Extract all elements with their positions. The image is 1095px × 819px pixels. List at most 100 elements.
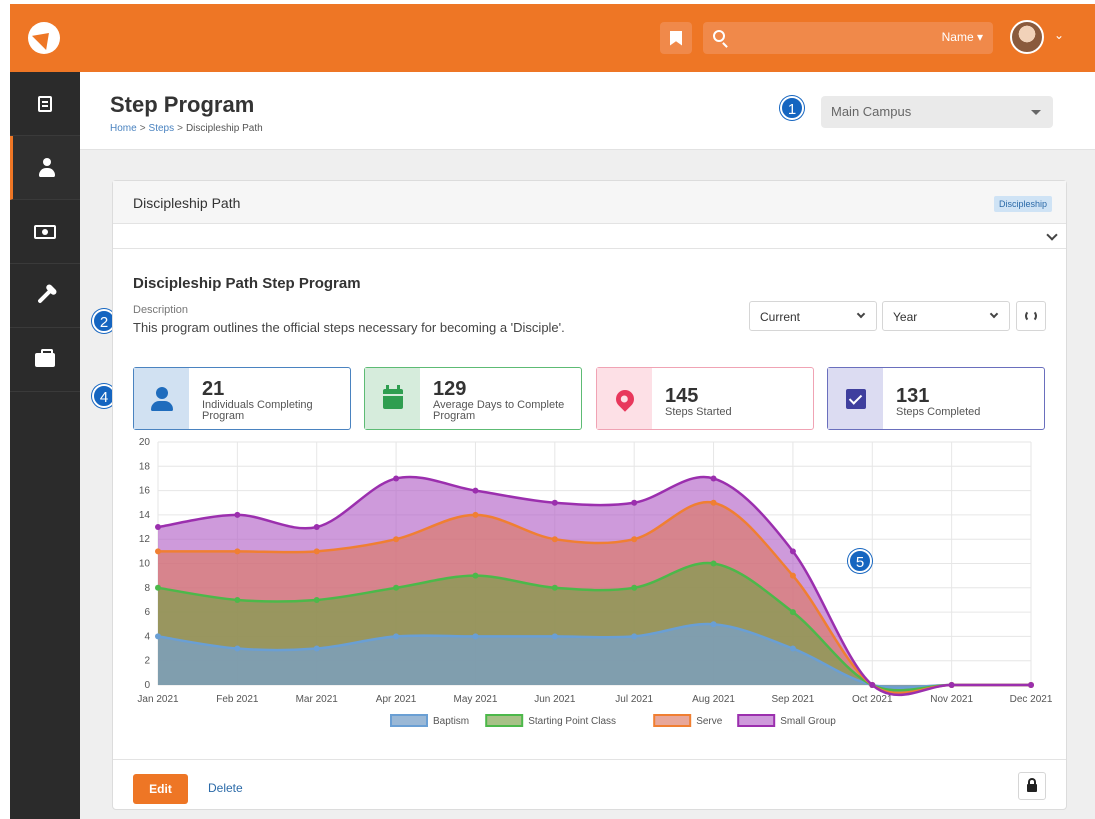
breadcrumb-home[interactable]: Home (110, 123, 137, 134)
description-label: Description (133, 304, 189, 316)
chevron-down-icon (856, 309, 866, 319)
callout-badge: 5 (848, 549, 872, 573)
x-tick-label: Aug 2021 (692, 694, 735, 705)
time-unit-select[interactable]: Current (749, 301, 877, 331)
notebook-icon (38, 95, 52, 112)
data-point (789, 572, 796, 579)
y-tick-label: 6 (144, 607, 150, 618)
steps-area-chart: 0 2 4 6 8 10 12 14 16 18 20 Jan 2021 Feb 2021 Mar 202… (113, 436, 1066, 736)
kpi-value: 145 (665, 385, 699, 407)
data-point (789, 548, 796, 555)
data-point (472, 511, 479, 518)
data-point (789, 645, 796, 652)
kpi-individuals-completing: 21 Individuals Completing Program (133, 367, 351, 430)
edit-button[interactable]: Edit (133, 774, 188, 804)
data-point (551, 584, 558, 591)
time-period-value: Year (893, 310, 918, 324)
breadcrumb-current: Discipleship Path (185, 123, 263, 134)
refresh-icon (1025, 310, 1037, 322)
data-point (551, 633, 558, 640)
data-point (869, 682, 876, 688)
data-point (1028, 682, 1034, 688)
lock-icon (1027, 778, 1037, 792)
category-tag: Discipleship (993, 196, 1052, 212)
security-button[interactable] (1018, 772, 1046, 800)
data-point (948, 682, 955, 688)
time-unit-value: Current (760, 310, 801, 324)
kpi-label: Individuals Completing Program (202, 399, 313, 422)
y-tick-label: 20 (139, 437, 151, 448)
x-tick-label: Mar 2021 (296, 694, 339, 705)
x-tick-label: Oct 2021 (852, 694, 893, 705)
data-point (393, 633, 400, 640)
panel-footer: Edit Delete (113, 759, 1066, 810)
caret-down-icon (1031, 110, 1041, 115)
kpi-steps-started: 145 Steps Started (596, 367, 814, 430)
search-bar: Name ▾ (703, 22, 993, 54)
refresh-button[interactable] (1016, 301, 1046, 331)
kpi-label: Steps Completed (896, 406, 981, 418)
x-tick-label: Jan 2021 (137, 694, 179, 705)
data-point (710, 475, 717, 482)
data-point (313, 596, 320, 603)
person-icon (37, 157, 57, 178)
data-point (551, 536, 558, 543)
calendar-icon (382, 384, 403, 409)
callout-badge: 1 (780, 96, 804, 120)
chevron-down-icon[interactable]: ⌄ (1054, 28, 1064, 42)
y-tick-label: 2 (144, 656, 150, 667)
sidenav-item-admin[interactable] (10, 328, 80, 392)
avatar[interactable] (1010, 20, 1044, 54)
kpi-icon-box (828, 368, 883, 429)
breadcrumb-separator: > (177, 123, 183, 134)
user-icon (150, 386, 173, 411)
x-tick-label: Jul 2021 (615, 694, 653, 705)
kpi-average-days: 129 Average Days to Complete Program (364, 367, 582, 430)
briefcase-icon (35, 348, 55, 367)
delete-link[interactable]: Delete (208, 781, 243, 795)
legend-label: Baptism (433, 716, 469, 727)
x-tick-label: Nov 2021 (930, 694, 973, 705)
y-tick-label: 18 (139, 461, 151, 472)
kpi-value: 21 (202, 378, 225, 400)
bookmark-icon (670, 30, 682, 46)
x-tick-label: May 2021 (453, 694, 497, 705)
bookmark-button[interactable] (660, 22, 692, 54)
y-tick-label: 14 (139, 510, 151, 521)
x-tick-label: Dec 2021 (1010, 694, 1053, 705)
data-point (631, 633, 638, 640)
breadcrumb-steps[interactable]: Steps (149, 123, 175, 134)
check-square-icon (845, 388, 866, 409)
page-title: Step Program (110, 92, 255, 117)
data-point (631, 499, 638, 506)
x-tick-label: Feb 2021 (216, 694, 259, 705)
search-scope-dropdown[interactable]: Name ▾ (942, 30, 983, 44)
x-tick-label: Jun 2021 (534, 694, 576, 705)
time-period-select[interactable]: Year (882, 301, 1010, 331)
sidenav-item-tools[interactable] (10, 264, 80, 328)
rock-logo-icon[interactable] (28, 22, 60, 54)
data-point (631, 536, 638, 543)
sidenav-item-finance[interactable] (10, 200, 80, 264)
panel-header: Discipleship Path Discipleship (113, 181, 1066, 224)
y-tick-label: 4 (144, 631, 150, 642)
breadcrumb-separator: > (139, 123, 146, 134)
panel-drawer-toggle[interactable] (113, 225, 1066, 249)
sidenav-item-notes[interactable] (10, 72, 80, 136)
data-point (472, 487, 479, 494)
data-point (472, 572, 479, 579)
legend-label: Serve (696, 716, 723, 727)
search-input[interactable] (733, 26, 913, 50)
description-text: This program outlines the official steps… (133, 320, 565, 335)
legend-label: Starting Point Class (528, 716, 616, 727)
data-point (155, 584, 161, 591)
legend-label: Small Group (780, 716, 836, 727)
data-point (155, 524, 161, 531)
panel-title: Discipleship Path (133, 195, 241, 211)
sidenav-item-people[interactable] (10, 136, 80, 200)
legend-swatch (737, 714, 776, 727)
campus-select[interactable]: Main Campus (821, 96, 1053, 128)
campus-select-value: Main Campus (831, 104, 912, 119)
kpi-label: Average Days to Complete Program (433, 399, 565, 422)
data-point (393, 475, 400, 482)
